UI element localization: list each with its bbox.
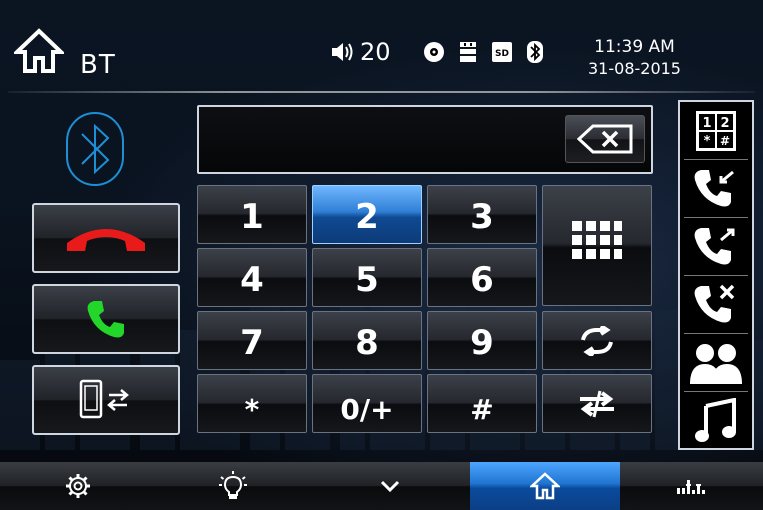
home-icon (530, 472, 560, 500)
key-6[interactable]: 6 (427, 248, 537, 307)
svg-text:*: * (704, 134, 711, 149)
backspace-button[interactable] (565, 115, 645, 163)
keypad-grid-icon (572, 220, 622, 259)
outgoing-calls-button[interactable] (682, 220, 750, 274)
collapse-button[interactable] (310, 462, 470, 510)
incoming-calls-button[interactable] (682, 162, 750, 216)
redial-icon (581, 325, 613, 356)
equalizer-button[interactable] (620, 462, 763, 510)
bottom-nav-bar (0, 462, 763, 510)
sd-card-icon: SD (492, 42, 512, 62)
settings-icon (65, 474, 90, 498)
status-divider (8, 91, 755, 93)
key-9[interactable]: 9 (427, 311, 537, 370)
bt-music-button[interactable] (682, 394, 750, 448)
menu-separator (684, 159, 748, 160)
svg-text:SD: SD (495, 49, 509, 59)
missed-calls-icon (694, 284, 735, 323)
bluetooth-icon (66, 112, 124, 186)
missed-calls-button[interactable] (682, 278, 750, 332)
answer-call-button[interactable] (32, 284, 180, 354)
swap-icon (580, 390, 614, 417)
menu-separator (684, 391, 748, 392)
key-7[interactable]: 7 (197, 311, 307, 370)
keypad-toggle-button[interactable] (542, 185, 652, 306)
speaker-icon (332, 43, 353, 61)
end-call-button[interactable] (32, 203, 180, 273)
home-icon[interactable] (14, 28, 64, 74)
clock-date: 31-08-2015 (588, 59, 681, 78)
menu-separator (684, 275, 748, 276)
chevron-down-icon (380, 480, 400, 493)
contacts-icon (690, 344, 742, 384)
status-bar: BT 20 SD 11:39 AM 31-08-2015 (0, 0, 763, 92)
dial-pad-icon: 1 2 * # (696, 111, 736, 151)
swap-button[interactable] (542, 374, 652, 433)
menu-separator (684, 217, 748, 218)
clock: 11:39 AM 31-08-2015 (588, 36, 681, 80)
incoming-calls-icon (694, 170, 734, 207)
svg-text:#: # (720, 134, 730, 148)
usb-icon (460, 42, 476, 62)
bt-phone-screen: BT 20 SD 11:39 AM 31-08-2015 1 2 3 4 5 6… (0, 0, 763, 510)
svg-text:2: 2 (720, 116, 729, 131)
bluetooth-icon (527, 41, 543, 63)
menu-separator (684, 333, 748, 334)
answer-call-icon (87, 301, 124, 338)
settings-button[interactable] (0, 462, 155, 510)
backspace-icon (577, 124, 633, 154)
equalizer-icon (676, 480, 705, 494)
source-status-icons: SD (422, 40, 544, 64)
end-call-icon (67, 229, 145, 251)
outgoing-calls-icon (694, 228, 735, 265)
key-3[interactable]: 3 (427, 185, 537, 244)
disc-icon (424, 42, 444, 62)
key-5[interactable]: 5 (312, 248, 422, 307)
contacts-button[interactable] (682, 336, 750, 390)
key-8[interactable]: 8 (312, 311, 422, 370)
clock-time: 11:39 AM (594, 37, 675, 57)
brightness-button[interactable] (155, 462, 310, 510)
key-star[interactable]: * (197, 374, 307, 433)
key-hash[interactable]: # (427, 374, 537, 433)
brightness-icon (218, 471, 247, 499)
number-display (197, 105, 653, 174)
dial-pad-menu-button[interactable]: 1 2 * # (682, 104, 750, 158)
page-title: BT (80, 50, 116, 80)
phone-menu: 1 2 * # (678, 100, 754, 450)
key-2[interactable]: 2 (312, 185, 422, 244)
redial-button[interactable] (542, 311, 652, 370)
key-1[interactable]: 1 (197, 185, 307, 244)
volume-indicator: 20 (330, 38, 391, 66)
phone-transfer-icon (79, 379, 129, 419)
transfer-audio-button[interactable] (32, 365, 180, 435)
volume-level: 20 (360, 38, 391, 66)
music-icon (695, 398, 736, 442)
key-zero-plus[interactable]: 0/+ (312, 374, 422, 433)
svg-text:1: 1 (702, 116, 711, 131)
key-4[interactable]: 4 (197, 248, 307, 307)
home-button[interactable] (470, 462, 620, 510)
